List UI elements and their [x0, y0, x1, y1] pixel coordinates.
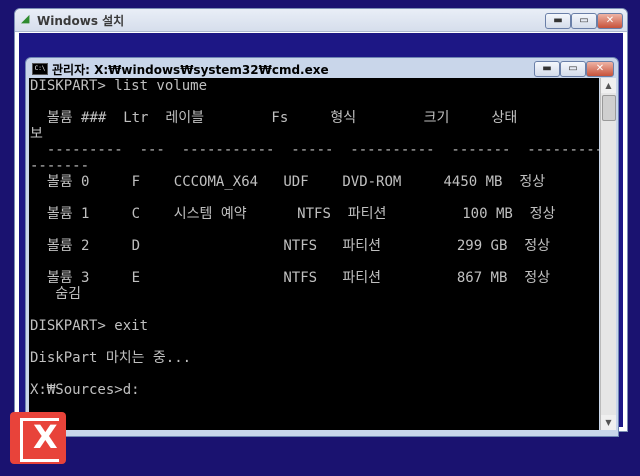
- console-line: 보: [30, 126, 43, 142]
- cmd-window-title: 관리자: X:₩windows₩system32₩cmd.exe: [52, 63, 329, 77]
- console-line: --------- --- ----------- ----- --------…: [46, 142, 599, 158]
- setup-close-button[interactable]: ✕: [597, 13, 623, 29]
- scroll-up-icon[interactable]: ▲: [601, 78, 616, 93]
- console-line: 볼륨 2 D NTFS 파티션 299 GB 정상: [30, 238, 551, 254]
- cmd-minimize-button[interactable]: ▬: [534, 61, 560, 77]
- console-line: DISKPART> exit: [30, 318, 149, 334]
- console-line: DiskPart 마치는 중...: [30, 350, 192, 366]
- scroll-down-icon[interactable]: ▼: [601, 415, 616, 430]
- setup-window-title: Windows 설치: [37, 14, 125, 28]
- console-line: 볼륨 0 F CCCOMA_X64 UDF DVD-ROM 4450 MB 정상: [30, 174, 546, 190]
- setup-icon: ◢: [21, 12, 30, 25]
- console-line: 볼륨 3 E NTFS 파티션 867 MB 정상: [30, 270, 551, 286]
- setup-minimize-button[interactable]: ▬: [545, 13, 571, 29]
- cmd-titlebar[interactable]: C:\ 관리자: X:₩windows₩system32₩cmd.exe ▬ ▭…: [26, 58, 618, 78]
- scrollbar-thumb[interactable]: [602, 95, 616, 121]
- logo-glyph: X: [33, 418, 58, 456]
- console-scrollbar[interactable]: ▲ ▼: [600, 78, 616, 430]
- console-line: X:₩Sources>d:: [30, 382, 140, 398]
- cmd-icon: C:\: [32, 63, 48, 75]
- console-line: 볼륨 ### Ltr 레이블 Fs 형식 크기 상태 정: [30, 110, 599, 126]
- console-line: 볼륨 1 C 시스템 예약 NTFS 파티션 100 MB 정상: [30, 206, 556, 222]
- console-line: 숨김: [30, 286, 82, 302]
- setup-maximize-button[interactable]: ▭: [571, 13, 597, 29]
- console-line: DISKPART> list volume: [30, 78, 208, 94]
- setup-titlebar[interactable]: ◢ Windows 설치 ▬ ▭ ✕: [15, 9, 627, 32]
- brand-logo-icon: X: [10, 412, 66, 464]
- console-line: -------: [30, 158, 90, 174]
- cmd-close-button[interactable]: ✕: [586, 61, 614, 77]
- cmd-window: C:\ 관리자: X:₩windows₩system32₩cmd.exe ▬ ▭…: [25, 57, 619, 437]
- cmd-maximize-button[interactable]: ▭: [560, 61, 586, 77]
- console-output[interactable]: DISKPART> list volume 볼륨 ### Ltr 레이블 Fs …: [29, 78, 599, 430]
